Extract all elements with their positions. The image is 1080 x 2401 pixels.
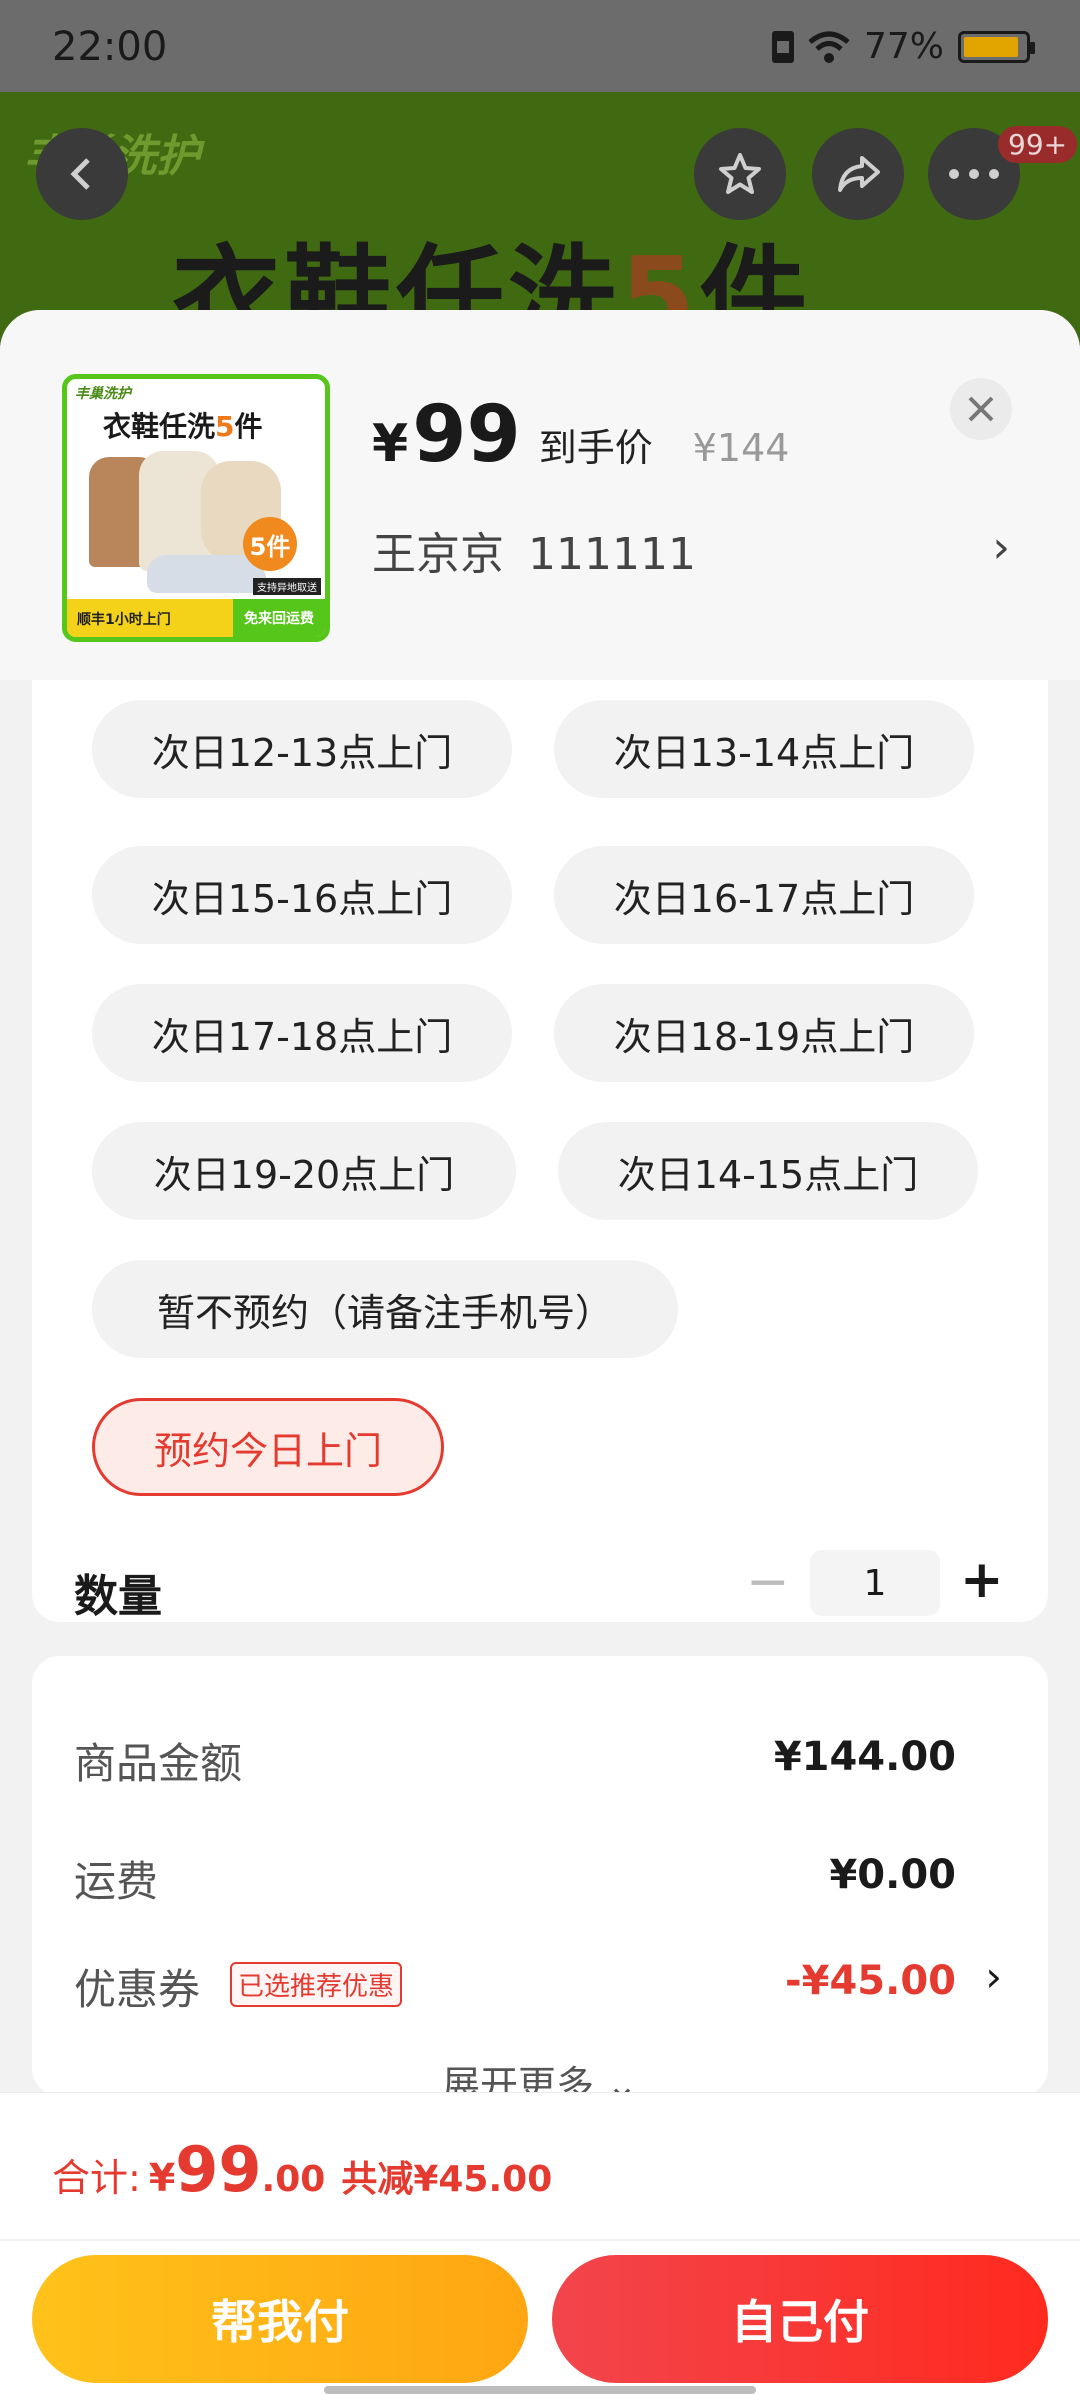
original-price: ¥144 [692,426,790,470]
quantity-value[interactable]: 1 [810,1550,940,1616]
coupon-recommended-tag: 已选推荐优惠 [230,1962,403,2007]
address-selector[interactable]: 王京京 111111 [372,518,696,582]
close-button[interactable] [950,378,1012,440]
quantity-label: 数量 [74,1571,162,1622]
favorite-button[interactable] [694,128,786,220]
shipping-value: ¥0.00 [829,1852,956,1898]
thumbnail-strip-left: 顺丰1小时上门 [77,612,171,628]
time-slot-chip[interactable]: 次日15-16点上门 [92,846,512,944]
chevron-right-icon[interactable]: › [985,1952,1002,2001]
coupon-value[interactable]: -¥45.00 [785,1958,956,2004]
goods-amount-value: ¥144.00 [773,1734,956,1780]
total-decimal: .00 [261,2159,326,2200]
notification-badge: 99+ [998,126,1078,163]
sheet-header: 丰巢洗护 衣鞋任洗5件 5件 支持异地取送 顺丰1小时上门 免来回运费 ¥ 99… [0,310,1080,680]
thumbnail-strip-right: 免来回运费 [233,599,325,637]
price-row: ¥ 99 到手价 ¥144 [372,390,789,480]
coupon-label: 优惠券 [74,1965,201,2014]
total-amount: 99 [175,2133,262,2206]
thumbnail-title-suffix: 件 [234,410,263,443]
status-bar: 22:00 77% [0,0,1080,92]
sim-card-icon [771,30,794,63]
shipping-label: 运费 [74,1857,159,1906]
goods-amount-label: 商品金额 [74,1739,243,1788]
final-price-label: 到手价 [538,426,653,470]
thumbnail-title: 衣鞋任洗5件 [103,405,263,445]
more-dots-icon [949,169,999,179]
today-appointment-chip-selected[interactable]: 预约今日上门 [92,1398,444,1496]
time-slot-chip[interactable]: 次日12-13点上门 [92,700,512,798]
home-indicator[interactable] [324,2386,756,2394]
time-slot-chip[interactable]: 次日19-20点上门 [92,1122,516,1220]
back-button[interactable] [36,128,128,220]
time-slot-chip[interactable]: 次日17-18点上门 [92,984,512,1082]
close-icon [968,396,994,422]
user-id: 111111 [528,529,696,580]
price-summary-card: 商品金额 ¥144.00 运费 ¥0.00 优惠券 已选推荐优惠 -¥45.00… [32,1656,1048,2107]
time-slot-chip[interactable]: 次日18-19点上门 [554,984,974,1082]
self-pay-button[interactable]: 自己付 [552,2255,1048,2383]
star-icon [719,153,761,194]
total-label: 合计: [52,2156,141,2200]
help-pay-button[interactable]: 帮我付 [32,2255,528,2383]
product-thumbnail: 丰巢洗护 衣鞋任洗5件 5件 支持异地取送 顺丰1小时上门 免来回运费 [62,374,330,642]
battery-icon [958,30,1035,63]
purchase-sheet: 丰巢洗护 衣鞋任洗5件 5件 支持异地取送 顺丰1小时上门 免来回运费 ¥ 99… [0,310,1080,2400]
chevron-left-icon [70,158,90,190]
thumbnail-title-text: 衣鞋任洗 [103,410,216,443]
final-price: 99 [412,390,521,480]
total-row: 合计: ¥ 99 .00 共减¥45.00 [52,2133,552,2206]
footer-divider [0,2239,1080,2241]
thumbnail-note: 支持异地取送 [253,578,321,595]
thumbnail-badge: 5件 [243,517,297,571]
chevron-right-icon[interactable]: › [992,522,1010,573]
status-icons: 77% [771,26,1035,67]
user-name: 王京京 [372,529,504,580]
battery-percent: 77% [863,26,944,67]
thumbnail-title-number: 5 [215,410,235,443]
quantity-decrease-button[interactable]: − [746,1552,790,1612]
wifi-icon [808,31,850,63]
share-icon [838,156,880,192]
time-slot-chip[interactable]: 次日13-14点上门 [554,700,974,798]
thumbnail-brand: 丰巢洗护 [75,386,131,402]
total-symbol: ¥ [148,2156,176,2200]
no-appointment-chip[interactable]: 暂不预约（请备注手机号） [92,1260,678,1358]
checkout-footer: 合计: ¥ 99 .00 共减¥45.00 帮我付 自己付 [0,2092,1080,2401]
time-slot-card: 次日12-13点上门 次日13-14点上门 次日15-16点上门 次日16-17… [32,610,1048,1622]
share-button[interactable] [812,128,904,220]
time-slot-chip[interactable]: 次日14-15点上门 [558,1122,978,1220]
time-slot-chip[interactable]: 次日16-17点上门 [554,846,974,944]
total-savings: 共减¥45.00 [341,2159,553,2200]
status-time: 22:00 [52,24,168,70]
price-symbol: ¥ [372,414,409,474]
quantity-increase-button[interactable]: + [960,1550,1004,1610]
